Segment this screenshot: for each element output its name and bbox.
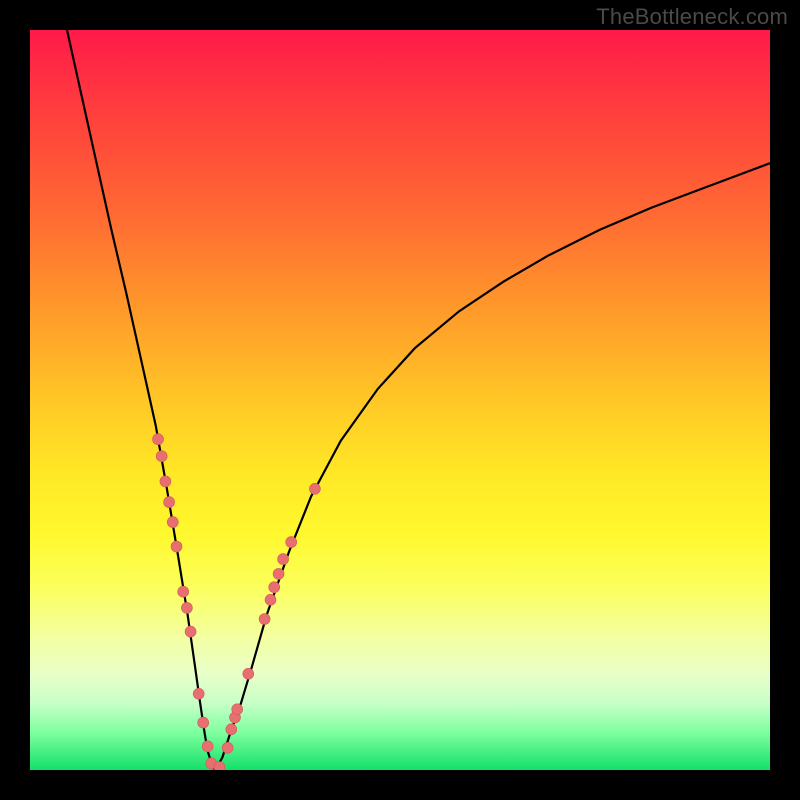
curve-marker (167, 517, 178, 528)
bottleneck-curve (67, 30, 770, 770)
curve-marker (156, 451, 167, 462)
curve-marker (202, 741, 213, 752)
curve-marker (286, 537, 297, 548)
curve-marker (185, 626, 196, 637)
chart-plot-area (30, 30, 770, 770)
curve-marker (243, 668, 254, 679)
curve-marker (181, 602, 192, 613)
curve-marker (171, 541, 182, 552)
chart-frame: TheBottleneck.com (0, 0, 800, 800)
curve-marker (232, 704, 243, 715)
curve-marker (278, 554, 289, 565)
curve-marker (164, 497, 175, 508)
curve-marker (259, 614, 270, 625)
curve-marker (198, 717, 209, 728)
curve-right-branch (215, 163, 770, 770)
watermark-text: TheBottleneck.com (596, 4, 788, 30)
curve-marker (273, 568, 284, 579)
curve-marker (222, 742, 233, 753)
curve-marker (178, 586, 189, 597)
curve-markers (153, 434, 321, 770)
curve-marker (160, 476, 171, 487)
curve-marker (153, 434, 164, 445)
curve-marker (269, 582, 280, 593)
curve-marker (309, 483, 320, 494)
curve-marker (193, 688, 204, 699)
curve-marker (265, 594, 276, 605)
curve-left-branch (67, 30, 215, 770)
curve-marker (226, 724, 237, 735)
curve-marker (214, 762, 225, 771)
chart-svg (30, 30, 770, 770)
